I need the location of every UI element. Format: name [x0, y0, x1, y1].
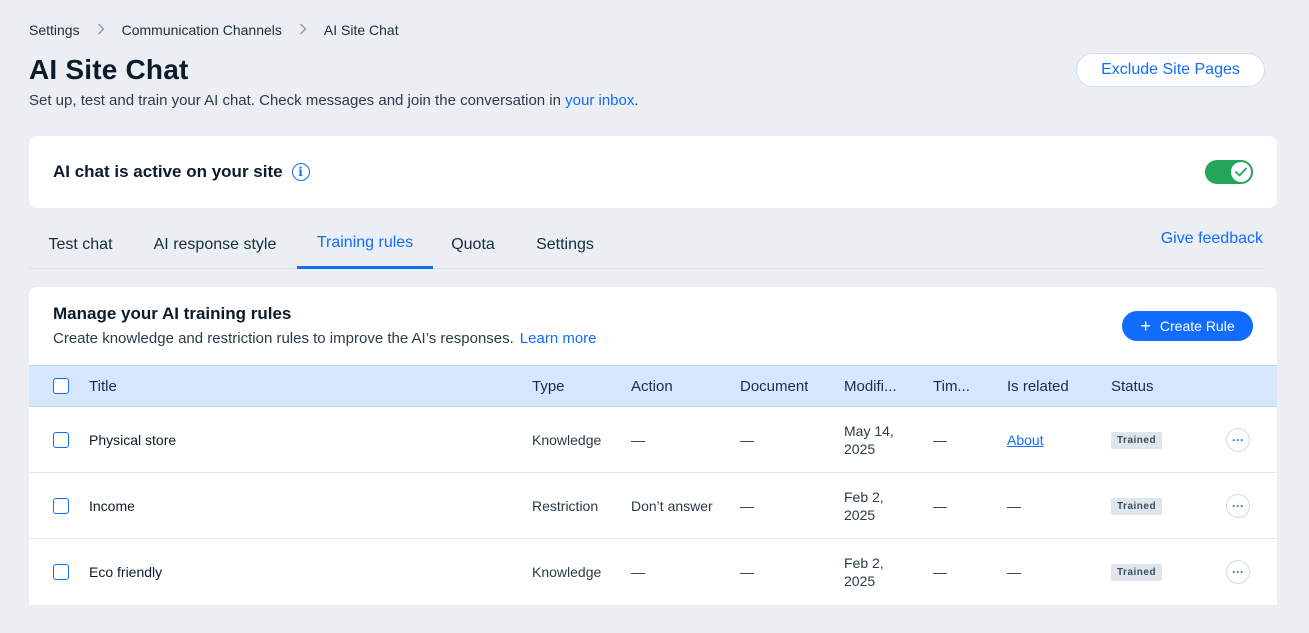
- row-modified: Feb 2, 2025: [844, 489, 884, 523]
- create-rule-button[interactable]: + Create Rule: [1122, 311, 1253, 341]
- table-row[interactable]: Eco friendly Knowledge — — Feb 2, 2025 —…: [29, 539, 1277, 605]
- breadcrumb-item-communication-channels[interactable]: Communication Channels: [122, 22, 282, 38]
- column-document[interactable]: Document: [740, 366, 808, 406]
- tab-bar: Test chat AI response style Training rul…: [29, 220, 1263, 269]
- tab-settings[interactable]: Settings: [523, 220, 607, 269]
- more-actions-icon[interactable]: ···: [1226, 428, 1250, 452]
- row-checkbox[interactable]: [53, 432, 69, 448]
- tab-ai-response-style[interactable]: AI response style: [140, 220, 290, 269]
- more-actions-icon[interactable]: ···: [1226, 560, 1250, 584]
- select-all-checkbox[interactable]: [53, 378, 69, 394]
- ai-chat-toggle[interactable]: [1205, 160, 1253, 184]
- row-document: —: [740, 432, 754, 448]
- row-action: —: [631, 432, 645, 448]
- row-time: —: [933, 564, 947, 580]
- row-title: Eco friendly: [89, 564, 163, 580]
- row-time: —: [933, 432, 947, 448]
- breadcrumb-item-settings[interactable]: Settings: [29, 22, 80, 38]
- chevron-right-icon: [95, 23, 107, 38]
- breadcrumb: Settings Communication Channels AI Site …: [29, 22, 399, 38]
- subtitle-suffix: .: [634, 92, 639, 109]
- check-icon: [1231, 162, 1251, 182]
- plus-icon: +: [1140, 316, 1151, 336]
- ai-chat-status-card: AI chat is active on your site i: [29, 136, 1277, 208]
- tab-test-chat[interactable]: Test chat: [29, 220, 132, 269]
- column-is-related[interactable]: Is related: [1007, 366, 1069, 406]
- row-action: —: [631, 564, 645, 580]
- row-status: Trained: [1111, 407, 1163, 473]
- row-modified: May 14, 2025: [844, 423, 894, 457]
- row-status: Trained: [1111, 473, 1163, 539]
- row-related: —: [1007, 498, 1021, 514]
- row-title: Physical store: [89, 432, 177, 448]
- subtitle-text: Set up, test and train your AI chat. Che…: [29, 92, 566, 109]
- table-row[interactable]: Income Restriction Don’t answer — Feb 2,…: [29, 473, 1277, 539]
- row-action: Don’t answer: [631, 498, 713, 514]
- status-badge: Trained: [1111, 431, 1163, 449]
- column-time[interactable]: Tim...: [933, 366, 985, 406]
- create-rule-label: Create Rule: [1159, 318, 1235, 334]
- inbox-link[interactable]: your inbox: [565, 92, 634, 109]
- rules-description-text: Create knowledge and restriction rules t…: [53, 330, 514, 347]
- row-checkbox[interactable]: [53, 498, 69, 514]
- row-type: Knowledge: [532, 432, 602, 448]
- row-type: Knowledge: [532, 564, 602, 580]
- table-header: Title Type Action Document Modifi... Tim…: [29, 365, 1277, 407]
- learn-more-link[interactable]: Learn more: [520, 330, 597, 347]
- page-title: AI Site Chat: [29, 54, 189, 85]
- column-title[interactable]: Title: [89, 366, 117, 406]
- row-document: —: [740, 498, 754, 514]
- row-checkbox[interactable]: [53, 564, 69, 580]
- row-status: Trained: [1111, 539, 1163, 605]
- tab-training-rules[interactable]: Training rules: [297, 220, 433, 269]
- row-type: Restriction: [532, 498, 599, 514]
- status-label: AI chat is active on your site: [53, 162, 283, 181]
- column-type[interactable]: Type: [532, 366, 565, 406]
- row-related: —: [1007, 564, 1021, 580]
- row-title: Income: [89, 498, 135, 514]
- page-subtitle: Set up, test and train your AI chat. Che…: [29, 92, 639, 109]
- give-feedback-link[interactable]: Give feedback: [1161, 220, 1263, 258]
- info-icon[interactable]: i: [291, 163, 310, 181]
- training-rules-card: Manage your AI training rules Create kno…: [29, 287, 1277, 605]
- row-related: About: [1007, 407, 1044, 473]
- row-document: —: [740, 564, 754, 580]
- status-label-row: AI chat is active on your site i: [53, 162, 310, 182]
- column-action[interactable]: Action: [631, 366, 673, 406]
- rules-description: Create knowledge and restriction rules t…: [53, 330, 597, 347]
- related-about-link[interactable]: About: [1007, 432, 1044, 448]
- status-badge: Trained: [1111, 563, 1163, 581]
- column-modified[interactable]: Modifi...: [844, 366, 916, 406]
- column-status[interactable]: Status: [1111, 366, 1154, 406]
- tab-quota[interactable]: Quota: [442, 220, 504, 269]
- row-time: —: [933, 498, 947, 514]
- breadcrumb-item-current: AI Site Chat: [323, 22, 399, 38]
- more-actions-icon[interactable]: ···: [1226, 494, 1250, 518]
- exclude-site-pages-button[interactable]: Exclude Site Pages: [1076, 53, 1265, 87]
- table-row[interactable]: Physical store Knowledge — — May 14, 202…: [29, 407, 1277, 473]
- rules-title: Manage your AI training rules: [53, 304, 292, 323]
- chevron-right-icon: [297, 23, 309, 38]
- status-badge: Trained: [1111, 497, 1163, 515]
- row-modified: Feb 2, 2025: [844, 555, 884, 589]
